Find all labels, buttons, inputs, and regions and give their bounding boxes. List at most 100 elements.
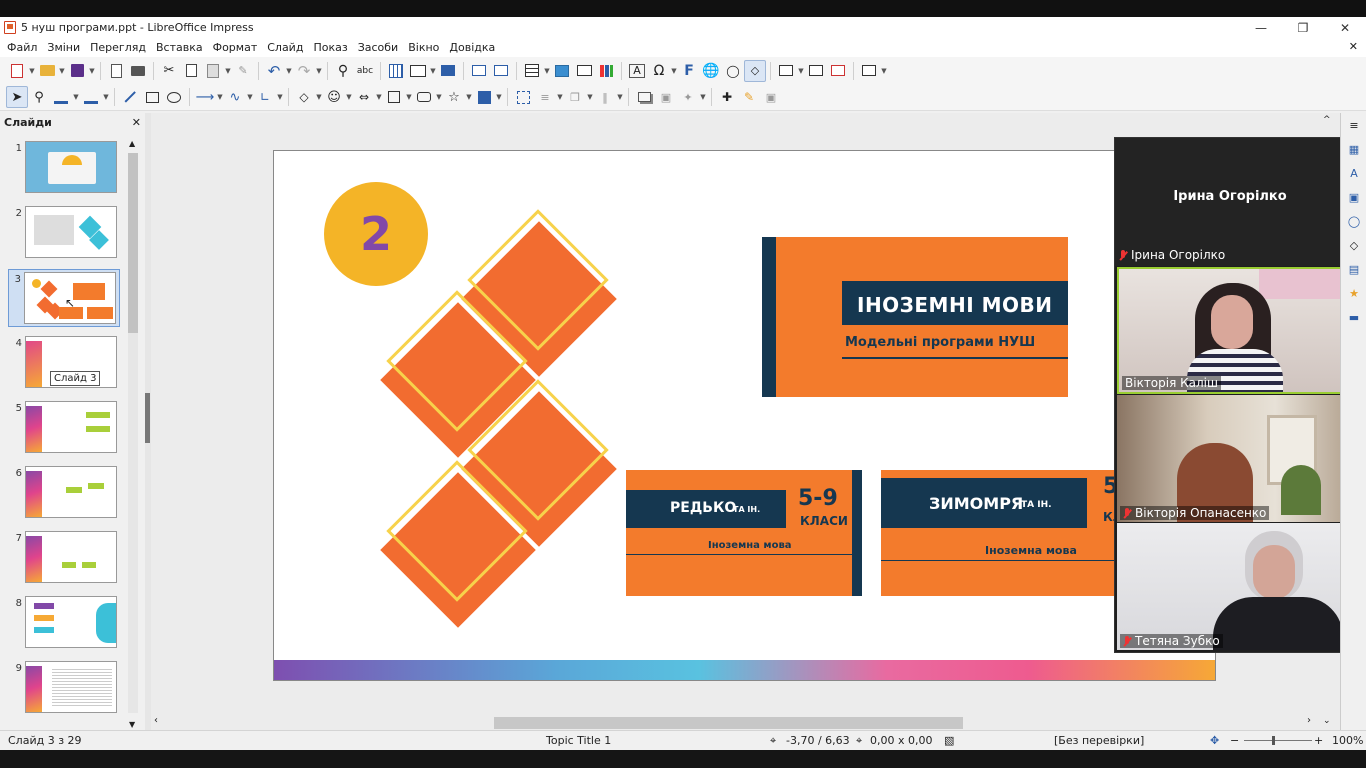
menu-window[interactable]: Вікно	[403, 41, 444, 54]
document-modified-icon[interactable]: ▧	[944, 734, 954, 747]
connectors-icon[interactable]: ∟	[254, 86, 276, 108]
print-icon[interactable]	[127, 60, 149, 82]
export-pdf-icon[interactable]	[105, 60, 127, 82]
scroll-down-icon[interactable]: ▼	[129, 720, 135, 729]
menu-file[interactable]: Файл	[2, 41, 42, 54]
slide-thumbnail-9[interactable]: 9	[10, 659, 120, 719]
display-views-icon[interactable]	[407, 60, 429, 82]
slides-scrollbar[interactable]: ▲ ▼	[127, 139, 139, 729]
scroll-left-icon[interactable]: ‹	[154, 715, 158, 726]
participant-tile[interactable]: Вікторія Опанасенко	[1117, 395, 1343, 522]
rotate-icon[interactable]	[512, 86, 534, 108]
shapes-icon[interactable]: ◇	[1341, 233, 1366, 257]
shadow-icon[interactable]	[633, 86, 655, 108]
grid-icon[interactable]	[385, 60, 407, 82]
crop-icon[interactable]: ▣	[655, 86, 677, 108]
slide-thumbnail-8[interactable]: 8	[10, 594, 120, 654]
points-icon[interactable]: ✚	[716, 86, 738, 108]
block-arrows-icon[interactable]: ⇔	[353, 86, 375, 108]
current-slide[interactable]: 2 ІНОЗЕМНІ МОВИ Модельні програми НУШ РЕ…	[273, 150, 1216, 681]
menu-insert[interactable]: Вставка	[151, 41, 208, 54]
basic-shapes-icon[interactable]: ◇	[293, 86, 315, 108]
flowchart-icon[interactable]	[383, 86, 405, 108]
toggle-extrusion-icon[interactable]: ▣	[760, 86, 782, 108]
start-first-slide-icon[interactable]	[468, 60, 490, 82]
insert-rectangle-icon[interactable]	[141, 86, 163, 108]
participant-tile[interactable]: Вікторія Каліш	[1117, 267, 1343, 394]
hyperlink-icon[interactable]: 🌐	[700, 60, 722, 82]
draw-functions-active-icon[interactable]: ◇	[744, 59, 766, 82]
callout-shapes-icon[interactable]	[413, 86, 435, 108]
undo-icon[interactable]: ↶	[263, 60, 285, 82]
redo-icon[interactable]: ↷	[293, 60, 315, 82]
align-objects-icon[interactable]: ≡	[534, 86, 556, 108]
menu-slide[interactable]: Слайд	[262, 41, 308, 54]
find-replace-icon[interactable]: ⚲	[332, 60, 354, 82]
clone-formatting-icon[interactable]: ✎	[232, 60, 254, 82]
slide-thumbnail-7[interactable]: 7	[10, 529, 120, 589]
master-slide-icon[interactable]	[437, 60, 459, 82]
cut-icon[interactable]: ✂	[158, 60, 180, 82]
menu-edit[interactable]: Зміни	[42, 41, 85, 54]
line-color-icon[interactable]	[50, 86, 72, 108]
select-icon[interactable]: ➤	[6, 86, 28, 108]
scroll-up-icon[interactable]: ▲	[129, 139, 135, 148]
arrange-icon[interactable]: ❐	[564, 86, 586, 108]
gallery-icon[interactable]: ▣	[1341, 185, 1366, 209]
styles-icon[interactable]: A	[1341, 161, 1366, 185]
show-draw-functions-icon[interactable]: ◯	[722, 60, 744, 82]
master-slides-icon[interactable]: ▤	[1341, 257, 1366, 281]
menu-tools[interactable]: Засоби	[353, 41, 404, 54]
slide-thumbnail-5[interactable]: 5	[10, 399, 120, 459]
symbol-shapes-icon[interactable]: ☺	[323, 86, 345, 108]
duplicate-slide-icon[interactable]	[805, 60, 827, 82]
maximize-icon[interactable]: ❐	[1282, 17, 1324, 38]
text-box-icon[interactable]: A	[629, 63, 645, 78]
3d-objects-icon[interactable]	[473, 86, 495, 108]
zoom-out-icon[interactable]: −	[1230, 734, 1239, 747]
special-character-icon[interactable]: Ω	[648, 60, 670, 82]
sidebar-menu-icon[interactable]: ≡	[1341, 113, 1366, 137]
language-status[interactable]: [Без перевірки]	[1054, 734, 1144, 747]
insert-line-icon[interactable]	[119, 86, 141, 108]
menu-help[interactable]: Довідка	[444, 41, 500, 54]
stars-icon[interactable]: ☆	[443, 86, 465, 108]
close-document-icon[interactable]: ✕	[1349, 40, 1358, 53]
save-icon[interactable]	[66, 60, 88, 82]
menu-format[interactable]: Формат	[208, 41, 263, 54]
participant-tile[interactable]: Тетяна Зубко	[1117, 523, 1343, 650]
menu-view[interactable]: Перегляд	[85, 41, 151, 54]
distribute-icon[interactable]: ‖	[594, 86, 616, 108]
close-pane-icon[interactable]: ✕	[132, 116, 141, 129]
zoom-pan-icon[interactable]: ⚲	[28, 86, 50, 108]
media-icon[interactable]	[573, 60, 595, 82]
lines-arrows-icon[interactable]: ⟶	[194, 86, 216, 108]
slide-thumbnail-1[interactable]: 1	[10, 139, 120, 199]
fill-color-icon[interactable]	[80, 86, 102, 108]
navigator-icon[interactable]: ◯	[1341, 209, 1366, 233]
curves-polygons-icon[interactable]: ∿	[224, 86, 246, 108]
zoom-level[interactable]: 100%	[1332, 734, 1363, 747]
animation-icon[interactable]: ★	[1341, 281, 1366, 305]
image-icon[interactable]	[551, 60, 573, 82]
scroll-up-icon[interactable]: ^	[1323, 115, 1331, 125]
canvas-horizontal-scrollbar[interactable]: ‹ ›	[151, 714, 1317, 730]
fit-slide-icon[interactable]: ✥	[1210, 734, 1219, 747]
zoom-in-icon[interactable]: +	[1314, 734, 1323, 747]
delete-slide-icon[interactable]	[827, 60, 849, 82]
slide-thumbnail-6[interactable]: 6	[10, 464, 120, 524]
new-icon[interactable]	[6, 60, 28, 82]
slide-thumbnail-2[interactable]: 2	[10, 204, 120, 264]
open-icon[interactable]	[36, 60, 58, 82]
slide-layout-icon[interactable]	[858, 60, 880, 82]
copy-icon[interactable]	[180, 60, 202, 82]
scroll-down-icon[interactable]: ⌄	[1323, 716, 1331, 726]
filter-icon[interactable]: ✦	[677, 86, 699, 108]
chart-icon[interactable]	[595, 60, 617, 82]
insert-ellipse-icon[interactable]	[163, 86, 185, 108]
close-icon[interactable]: ✕	[1324, 17, 1366, 38]
fontwork-icon[interactable]: F	[678, 60, 700, 82]
glue-points-icon[interactable]: ✎	[738, 86, 760, 108]
paste-icon[interactable]	[202, 60, 224, 82]
slide-transition-icon[interactable]: ▬	[1341, 305, 1366, 329]
